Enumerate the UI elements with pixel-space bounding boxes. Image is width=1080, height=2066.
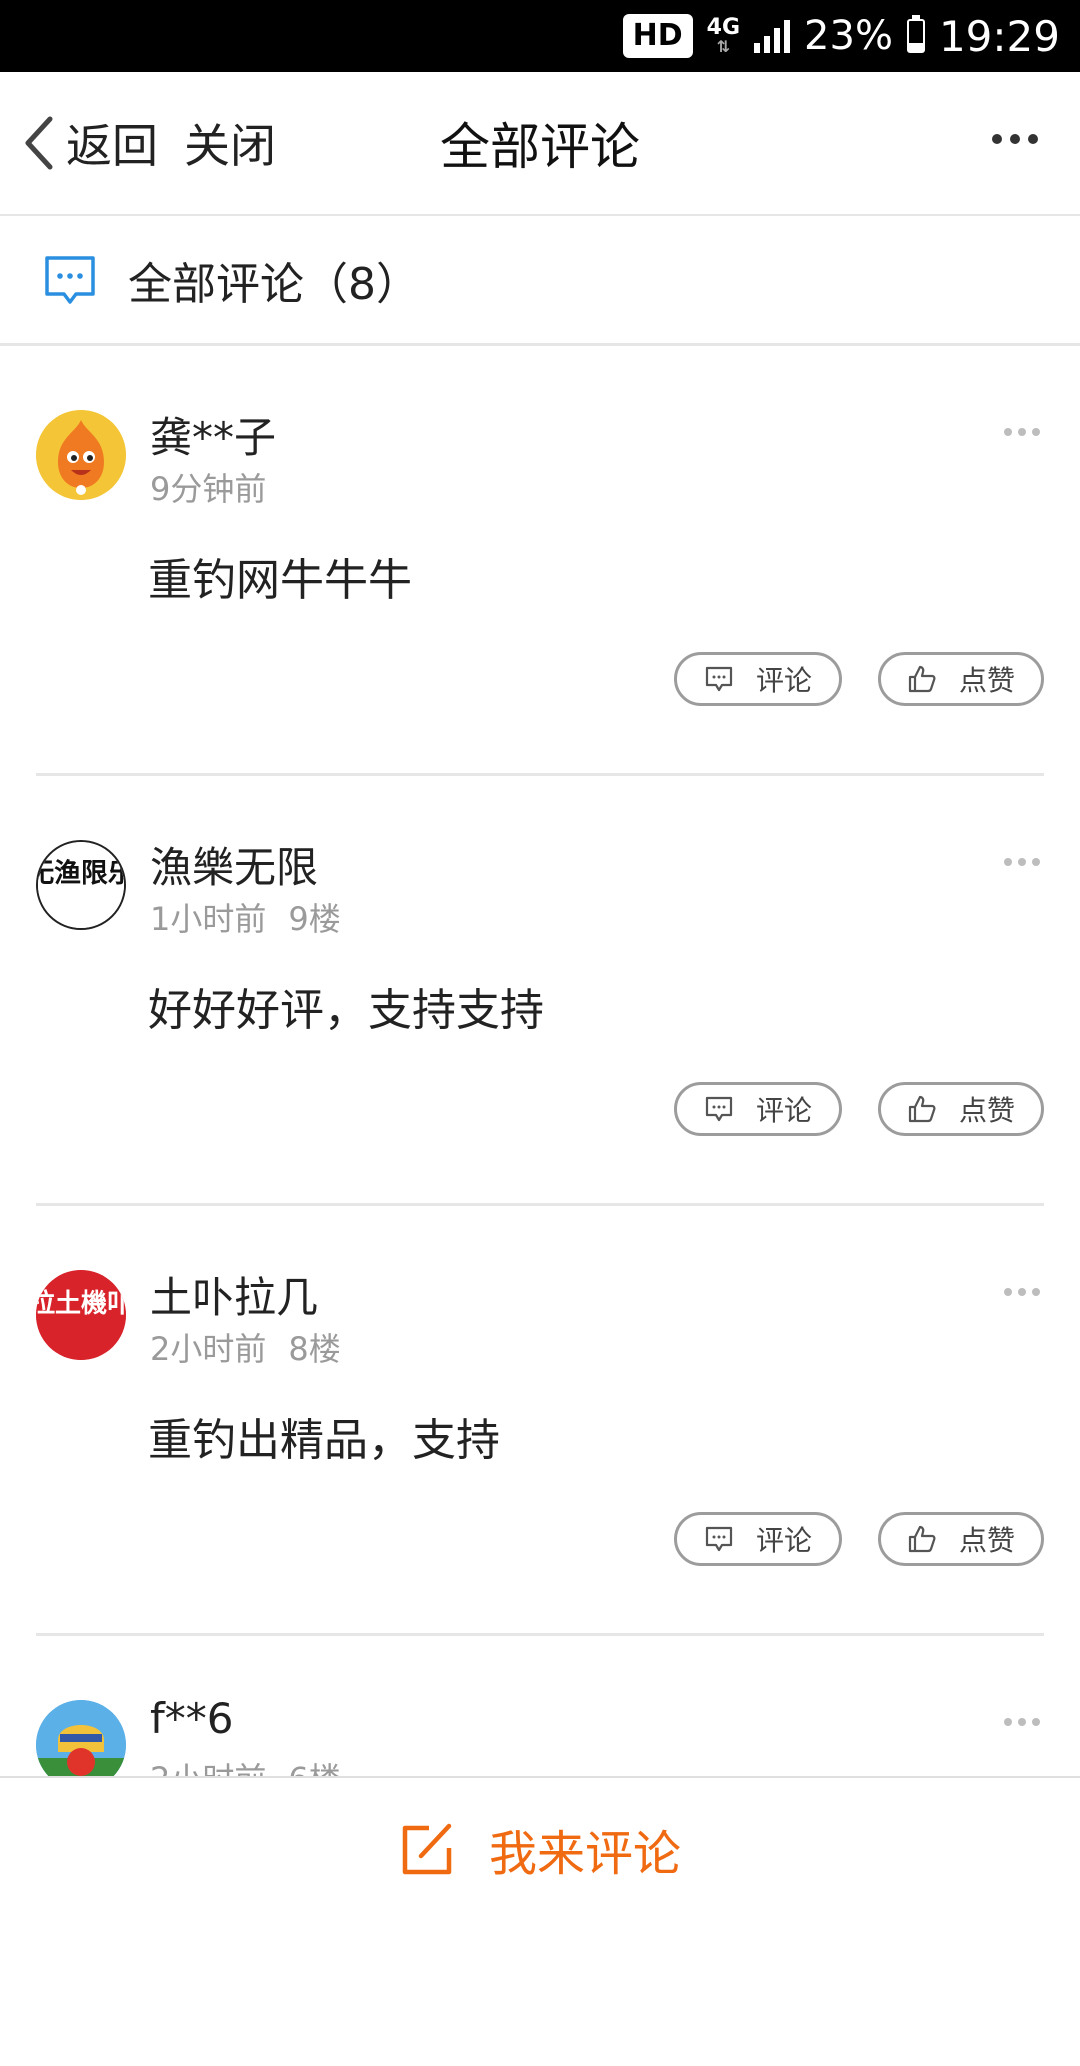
write-comment-label: 我来评论 bbox=[488, 1826, 681, 1882]
write-comment-button[interactable]: 我来评论 bbox=[0, 1776, 1080, 1920]
username[interactable]: 土卟拉几 bbox=[150, 1264, 318, 1325]
comment-time: 1小时前 bbox=[150, 900, 267, 938]
like-label: 点赞 bbox=[958, 1524, 1015, 1557]
comment-more-icon[interactable] bbox=[1004, 1718, 1040, 1726]
avatar[interactable]: 无渔限乐 bbox=[36, 840, 126, 930]
thumbs-up-icon bbox=[908, 1525, 936, 1553]
back-button[interactable]: 返回 bbox=[22, 110, 158, 176]
comment-time: 2小时前 bbox=[150, 1330, 267, 1368]
hd-badge: HD bbox=[622, 14, 693, 58]
reply-button[interactable]: 评论 bbox=[674, 1512, 842, 1566]
avatar-text: 拉土機卟 bbox=[36, 1288, 126, 1319]
avatar[interactable]: 拉土機卟 bbox=[36, 1270, 126, 1360]
thumbs-up-icon bbox=[908, 1095, 936, 1123]
comment-bubble-icon bbox=[45, 255, 95, 304]
comment-time: 9分钟前 bbox=[150, 470, 267, 508]
avatar-text: 无渔限乐 bbox=[38, 858, 124, 889]
reply-label: 评论 bbox=[755, 1094, 812, 1127]
like-button[interactable]: 点赞 bbox=[878, 1512, 1044, 1566]
like-label: 点赞 bbox=[958, 664, 1015, 697]
seal-logo: 拉土機卟 bbox=[36, 1270, 126, 1360]
comment-meta: 2小时前 8楼 bbox=[150, 1324, 341, 1370]
reply-label: 评论 bbox=[755, 664, 812, 697]
avatar[interactable] bbox=[36, 410, 126, 500]
thumbs-up-icon bbox=[908, 665, 936, 693]
comment-item: 龚**子 9分钟前 重钓网牛牛牛 评论 点赞 bbox=[36, 346, 1044, 776]
battery-percent: 23% bbox=[804, 13, 893, 59]
comments-count-label: 全部评论（8） bbox=[128, 258, 420, 310]
comment-text: 好好好评，支持支持 bbox=[148, 985, 544, 1036]
network-type: 4G bbox=[706, 15, 741, 40]
status-bar: HD 4G ⇅ 23% 19:29 bbox=[0, 0, 1080, 72]
comment-item: 拉土機卟 土卟拉几 2小时前 8楼 重钓出精品，支持 评论 点赞 bbox=[36, 1206, 1044, 1636]
username[interactable]: 漁樂无限 bbox=[150, 834, 318, 895]
back-label: 返回 bbox=[66, 119, 158, 173]
comment-text: 重钓出精品，支持 bbox=[148, 1415, 500, 1466]
comment-floor: 9楼 bbox=[288, 900, 341, 938]
username[interactable]: f**6 bbox=[150, 1694, 234, 1743]
username[interactable]: 龚**子 bbox=[150, 404, 276, 465]
comments-header: 全部评论（8） bbox=[0, 216, 1080, 346]
like-button[interactable]: 点赞 bbox=[878, 1082, 1044, 1136]
like-button[interactable]: 点赞 bbox=[878, 652, 1044, 706]
comment-more-icon[interactable] bbox=[1004, 1288, 1040, 1296]
mascot-icon bbox=[36, 410, 126, 500]
reply-label: 评论 bbox=[755, 1524, 812, 1557]
data-arrows-icon: ⇅ bbox=[716, 37, 731, 56]
comment-item: 无渔限乐 漁樂无限 1小时前 9楼 好好好评，支持支持 评论 点赞 bbox=[36, 776, 1044, 1206]
comment-text: 重钓网牛牛牛 bbox=[148, 555, 412, 606]
calligraphy-logo: 无渔限乐 bbox=[38, 842, 124, 928]
page-title: 全部评论 bbox=[440, 118, 640, 176]
comment-icon bbox=[705, 1096, 733, 1122]
comment-meta: 1小时前 9楼 bbox=[150, 894, 341, 940]
signal-icon bbox=[754, 19, 791, 53]
comment-more-icon[interactable] bbox=[1004, 858, 1040, 866]
comment-icon bbox=[705, 1526, 733, 1552]
more-icon[interactable] bbox=[992, 134, 1038, 144]
close-button[interactable]: 关闭 bbox=[184, 110, 276, 176]
battery-icon bbox=[906, 15, 925, 53]
comment-floor: 8楼 bbox=[288, 1330, 341, 1368]
clock: 19:29 bbox=[938, 11, 1060, 61]
like-label: 点赞 bbox=[958, 1094, 1015, 1127]
nav-bar: 返回 关闭 全部评论 bbox=[0, 72, 1080, 216]
comment-icon bbox=[705, 666, 733, 692]
comment-more-icon[interactable] bbox=[1004, 428, 1040, 436]
reply-button[interactable]: 评论 bbox=[674, 652, 842, 706]
reply-button[interactable]: 评论 bbox=[674, 1082, 842, 1136]
chevron-left-icon bbox=[25, 116, 53, 170]
edit-icon bbox=[402, 1823, 452, 1875]
comment-meta: 9分钟前 bbox=[150, 464, 266, 510]
network-indicator: 4G ⇅ bbox=[707, 17, 740, 55]
